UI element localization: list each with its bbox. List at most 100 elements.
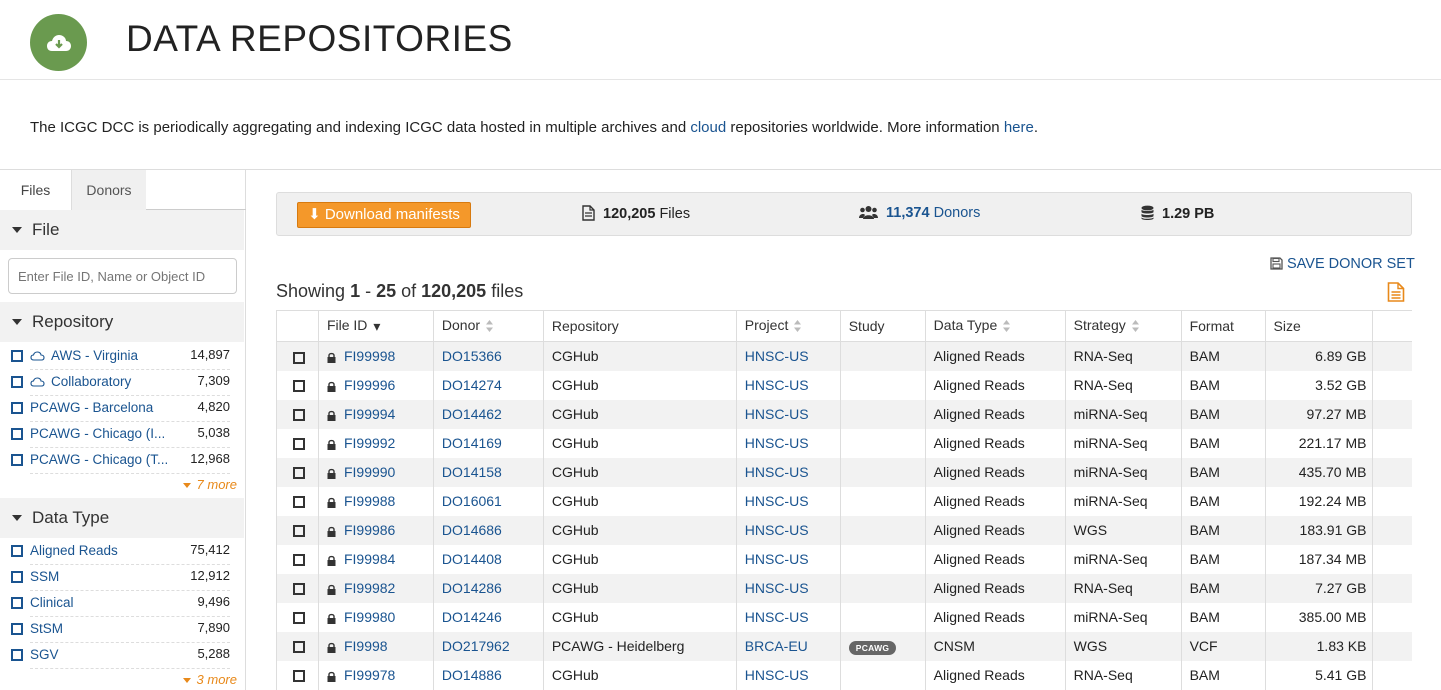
donor-link[interactable]: DO14274 <box>442 377 502 393</box>
download-manifests-button[interactable]: ⬇ Download manifests <box>297 202 471 228</box>
donors-stat[interactable]: 11,374 Donors <box>859 205 980 221</box>
repository-facet-item[interactable]: Collaboratory 7,309 <box>0 370 244 396</box>
column-header-file-id[interactable]: File ID ▾ <box>317 310 434 342</box>
column-header-data-type[interactable]: Data Type <box>924 310 1066 342</box>
file-facet-header[interactable]: File <box>0 210 244 250</box>
study-cell <box>839 486 926 516</box>
row-checkbox[interactable] <box>293 612 305 625</box>
repository-facet-header[interactable]: Repository <box>0 302 244 342</box>
facet-sidebar: Files Donors File Repository AWS - Virgi… <box>0 170 246 690</box>
file-id-link[interactable]: FI99994 <box>344 406 395 422</box>
project-link[interactable]: HNSC-US <box>745 667 809 683</box>
project-cell: HNSC-US <box>735 602 841 632</box>
column-header-project[interactable]: Project <box>735 310 841 342</box>
donor-link[interactable]: DO15366 <box>442 348 502 364</box>
row-checkbox[interactable] <box>293 438 305 451</box>
file-id-link[interactable]: FI99984 <box>344 551 395 567</box>
table-row: FI99998 DO15366 CGHub HNSC-US Aligned Reads R… <box>276 341 1412 371</box>
donor-link[interactable]: DO14158 <box>442 464 502 480</box>
file-id-link[interactable]: FI99996 <box>344 377 395 393</box>
file-id-link[interactable]: FI99986 <box>344 522 395 538</box>
datatype-more-link[interactable]: 3 more <box>182 672 237 687</box>
lock-icon <box>327 381 336 392</box>
checkbox[interactable] <box>11 402 23 414</box>
datatype-facet-item[interactable]: Aligned Reads 75,412 <box>0 539 244 565</box>
donor-link[interactable]: DO14686 <box>442 522 502 538</box>
row-checkbox[interactable] <box>293 409 305 422</box>
checkbox[interactable] <box>11 376 23 388</box>
file-id-link[interactable]: FI99982 <box>344 580 395 596</box>
showing-text: Showing <box>276 281 351 301</box>
project-link[interactable]: HNSC-US <box>745 406 809 422</box>
project-link[interactable]: HNSC-US <box>745 377 809 393</box>
donor-link[interactable]: DO217962 <box>442 638 510 654</box>
repository-more-link[interactable]: 7 more <box>182 477 237 492</box>
page-title: DATA REPOSITORIES <box>126 18 513 59</box>
project-link[interactable]: HNSC-US <box>745 522 809 538</box>
file-id-link[interactable]: FI9998 <box>344 638 388 654</box>
file-id-cell: FI9998 <box>317 631 434 661</box>
row-checkbox[interactable] <box>293 583 305 596</box>
row-checkbox[interactable] <box>293 496 305 509</box>
row-checkbox[interactable] <box>293 467 305 480</box>
repository-facet-item[interactable]: PCAWG - Chicago (T... 12,968 <box>0 448 244 474</box>
row-checkbox[interactable] <box>293 525 305 538</box>
donor-link[interactable]: DO14462 <box>442 406 502 422</box>
cloud-link[interactable]: cloud <box>690 119 726 136</box>
datatype-facet-item[interactable]: SGV 5,288 <box>0 643 244 669</box>
row-checkbox[interactable] <box>293 351 305 364</box>
tab-donors[interactable]: Donors <box>72 170 146 210</box>
file-id-link[interactable]: FI99978 <box>344 667 395 683</box>
checkbox[interactable] <box>11 350 23 362</box>
donor-link[interactable]: DO14246 <box>442 609 502 625</box>
checkbox[interactable] <box>11 454 23 466</box>
row-select-cell <box>276 631 319 661</box>
donor-link[interactable]: DO14886 <box>442 667 502 683</box>
donor-link[interactable]: DO14408 <box>442 551 502 567</box>
checkbox[interactable] <box>11 623 23 635</box>
datatype-facet-item[interactable]: StSM 7,890 <box>0 617 244 643</box>
project-link[interactable]: HNSC-US <box>745 551 809 567</box>
repository-facet-item[interactable]: PCAWG - Chicago (I... 5,038 <box>0 422 244 448</box>
donor-link[interactable]: DO14286 <box>442 580 502 596</box>
checkbox[interactable] <box>11 428 23 440</box>
file-id-link[interactable]: FI99998 <box>344 348 395 364</box>
file-id-link[interactable]: FI99988 <box>344 493 395 509</box>
save-donor-set-button[interactable]: SAVE DONOR SET <box>1270 256 1415 272</box>
donor-link[interactable]: DO14169 <box>442 435 502 451</box>
row-checkbox[interactable] <box>293 641 305 654</box>
datatype-facet-item[interactable]: SSM 12,912 <box>0 565 244 591</box>
donors-count-link[interactable]: 11,374 <box>886 205 930 221</box>
study-cell <box>839 660 926 690</box>
project-link[interactable]: HNSC-US <box>745 580 809 596</box>
file-search-input[interactable] <box>8 258 237 294</box>
export-document-icon[interactable] <box>1387 282 1405 305</box>
project-link[interactable]: HNSC-US <box>745 435 809 451</box>
checkbox[interactable] <box>11 571 23 583</box>
column-header-donor[interactable]: Donor <box>432 310 544 342</box>
checkbox[interactable] <box>11 545 23 557</box>
checkbox[interactable] <box>11 597 23 609</box>
datatype-facet-item[interactable]: Clinical 9,496 <box>0 591 244 617</box>
row-checkbox[interactable] <box>293 554 305 567</box>
size-cell: 3.52 GB <box>1264 370 1373 400</box>
project-link[interactable]: HNSC-US <box>745 348 809 364</box>
facet-item-label: SSM <box>30 569 60 584</box>
file-id-link[interactable]: FI99992 <box>344 435 395 451</box>
datatype-facet-header[interactable]: Data Type <box>0 498 244 538</box>
project-link[interactable]: BRCA-EU <box>745 638 808 654</box>
checkbox[interactable] <box>11 649 23 661</box>
donor-link[interactable]: DO16061 <box>442 493 502 509</box>
repository-facet-item[interactable]: PCAWG - Barcelona 4,820 <box>0 396 244 422</box>
row-checkbox[interactable] <box>293 670 305 683</box>
tab-files[interactable]: Files <box>0 170 72 210</box>
more-info-link[interactable]: here <box>1004 119 1034 136</box>
row-checkbox[interactable] <box>293 380 305 393</box>
project-link[interactable]: HNSC-US <box>745 493 809 509</box>
project-link[interactable]: HNSC-US <box>745 609 809 625</box>
file-id-link[interactable]: FI99980 <box>344 609 395 625</box>
repository-facet-item[interactable]: AWS - Virginia 14,897 <box>0 344 244 370</box>
file-id-link[interactable]: FI99990 <box>344 464 395 480</box>
column-header-strategy[interactable]: Strategy <box>1064 310 1182 342</box>
project-link[interactable]: HNSC-US <box>745 464 809 480</box>
